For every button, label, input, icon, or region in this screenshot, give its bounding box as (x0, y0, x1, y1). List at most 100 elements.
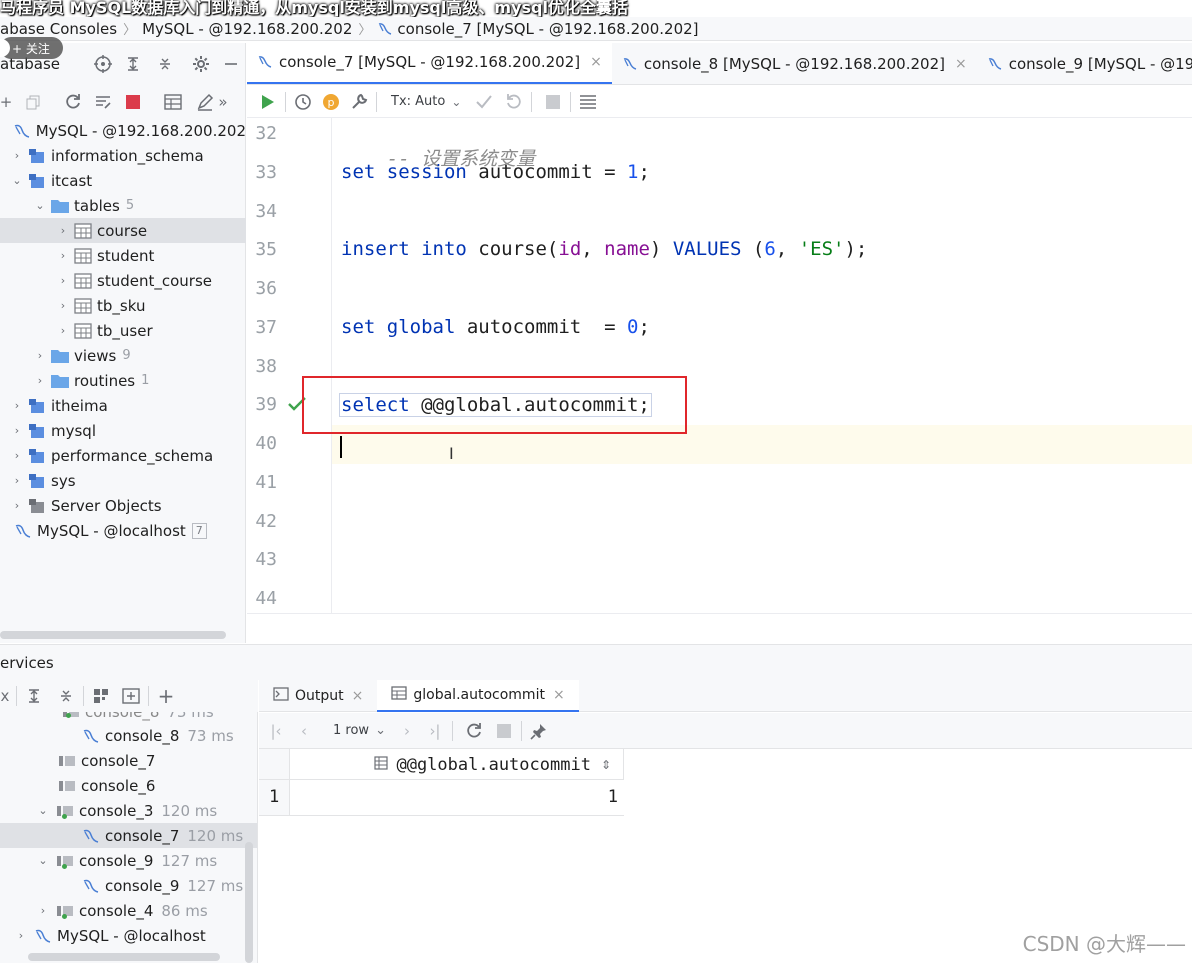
tree-item-table[interactable]: › tb_sku (0, 293, 246, 318)
tree-item-schema[interactable]: › sys (0, 468, 246, 493)
table-view-icon[interactable] (162, 91, 184, 113)
parameters-icon[interactable]: p (320, 91, 342, 113)
result-tab-bar: Output × global.autocommit × (259, 679, 1192, 712)
service-item[interactable]: console_7 (0, 748, 257, 773)
copy-icon[interactable] (22, 91, 44, 113)
service-item[interactable]: console_6 (0, 773, 257, 798)
tree-item-table[interactable]: › student_course (0, 268, 246, 293)
expand-all-icon[interactable] (122, 53, 144, 75)
tree-item-table[interactable]: › course (0, 218, 246, 243)
previous-page-icon[interactable]: ‹ (293, 720, 315, 742)
tree-item-table[interactable]: › tb_user (0, 318, 246, 343)
breadcrumb-item-consoles[interactable]: abase Consoles (0, 20, 117, 38)
tab-output[interactable]: Output × (259, 680, 377, 712)
rollback-icon[interactable] (503, 91, 525, 113)
tree-item-server-objects[interactable]: › Server Objects (0, 493, 246, 518)
tree-item-label: student (97, 246, 155, 265)
next-page-icon[interactable]: › (396, 720, 418, 742)
close-icon[interactable]: x (0, 685, 10, 707)
code-line-37: set global autocommit = 0; (341, 316, 650, 338)
service-item[interactable]: console_8 73 ms (0, 723, 257, 748)
add-icon[interactable]: + (0, 91, 12, 113)
breadcrumb-item-console[interactable]: console_7 [MySQL - @192.168.200.202] (397, 20, 698, 38)
close-icon[interactable]: × (955, 56, 967, 72)
tree-item-schema[interactable]: ⌄ itcast (0, 168, 246, 193)
refresh-icon[interactable] (62, 91, 84, 113)
collapse-all-icon[interactable] (154, 53, 176, 75)
target-icon[interactable] (92, 53, 114, 75)
table-icon (74, 272, 92, 289)
chevron-down-icon[interactable]: ⌄ (375, 723, 386, 738)
expand-all-icon[interactable] (23, 685, 45, 707)
tab-console-8[interactable]: console_8 [MySQL - @192.168.200.202] × (612, 43, 977, 84)
breadcrumb-item-connection[interactable]: MySQL - @192.168.200.202 (142, 20, 352, 38)
service-item[interactable]: ⌄ console_3 120 ms (0, 798, 257, 823)
history-icon[interactable] (292, 91, 314, 113)
service-item[interactable]: ⌄ console_9 127 ms (0, 848, 257, 873)
tree-item-schema[interactable]: › performance_schema (0, 443, 246, 468)
vertical-scrollbar[interactable] (245, 842, 253, 963)
tab-console-7[interactable]: console_7 [MySQL - @192.168.200.202] × (247, 43, 612, 84)
tree-item-label: tables (74, 196, 120, 215)
tab-console-9[interactable]: console_9 [MySQL - @192.16 (977, 43, 1192, 84)
schema-icon (28, 148, 46, 164)
table-row[interactable]: 1 1 (259, 781, 624, 816)
chevron-right-icon: › (60, 224, 66, 237)
execute-icon[interactable] (257, 91, 279, 113)
tree-item-folder[interactable]: › routines 1 (0, 368, 246, 393)
tree-item-folder[interactable]: › views 9 (0, 343, 246, 368)
schema-icon[interactable] (92, 91, 114, 113)
gear-icon[interactable] (190, 53, 212, 75)
stop-icon[interactable] (542, 91, 564, 113)
row-count-select[interactable]: 1 row (333, 723, 369, 738)
close-icon[interactable]: × (590, 54, 602, 70)
tree-item-connection[interactable]: MySQL - @localhost 7 (0, 518, 246, 543)
refresh-icon[interactable] (463, 720, 485, 742)
service-item[interactable]: › MySQL - @localhost (0, 923, 257, 948)
wrench-icon[interactable] (348, 91, 370, 113)
minimize-icon[interactable] (220, 53, 242, 75)
commit-icon[interactable] (473, 91, 495, 113)
sort-icon[interactable]: ⇕ (601, 758, 611, 772)
tree-item-label: views (74, 346, 117, 365)
group-icon[interactable] (90, 685, 112, 707)
column-header[interactable]: @@global.autocommit ⇕ (290, 749, 624, 780)
tree-item-connection[interactable]: MySQL - @192.168.200.202 (0, 118, 246, 143)
service-item[interactable]: › console_4 86 ms (0, 898, 257, 923)
tree-item-folder[interactable]: ⌄ tables 5 (0, 193, 246, 218)
horizontal-scrollbar[interactable] (0, 631, 226, 639)
new-tab-icon[interactable] (120, 685, 142, 707)
toolbar-separator (16, 686, 17, 706)
tree-item-schema[interactable]: › mysql (0, 418, 246, 443)
follow-button[interactable]: + 关注 (0, 37, 63, 59)
tree-item-count: 7 (191, 522, 207, 539)
collapse-all-icon[interactable] (55, 685, 77, 707)
services-panel-header: ervices (0, 644, 1192, 680)
tree-item-table[interactable]: › student (0, 243, 246, 268)
stop-icon[interactable] (122, 91, 144, 113)
add-icon[interactable]: + (155, 684, 177, 708)
edit-icon[interactable] (194, 91, 216, 113)
service-item[interactable]: console_9 127 ms (0, 873, 257, 898)
code-editor[interactable]: -- 设置系统变量 set session autocommit = 1; in… (333, 118, 1192, 613)
tab-label: global.autocommit (413, 686, 545, 703)
stop-icon[interactable] (493, 720, 515, 742)
pin-icon[interactable] (528, 720, 550, 742)
service-item[interactable]: console_7 120 ms (0, 823, 257, 848)
tx-mode-select[interactable]: Tx: Auto (391, 94, 445, 109)
last-page-icon[interactable]: ›| (424, 720, 446, 742)
sql-punct: , (581, 238, 605, 260)
tree-item-schema[interactable]: › itheima (0, 393, 246, 418)
tab-result-grid[interactable]: global.autocommit × (377, 679, 579, 712)
follow-button-label: + 关注 (12, 41, 50, 56)
tree-item-schema[interactable]: › information_schema (0, 143, 246, 168)
horizontal-scrollbar[interactable] (28, 953, 220, 961)
first-page-icon[interactable]: |‹ (265, 720, 287, 742)
chevron-down-icon[interactable]: ⌄ (451, 95, 461, 109)
close-icon[interactable]: × (553, 687, 565, 703)
close-icon[interactable]: × (352, 688, 364, 704)
more-icon[interactable]: » (216, 91, 230, 113)
results-layout-icon[interactable] (577, 91, 599, 113)
cell-value[interactable]: 1 (608, 787, 618, 807)
tree-item-label: information_schema (51, 146, 204, 165)
